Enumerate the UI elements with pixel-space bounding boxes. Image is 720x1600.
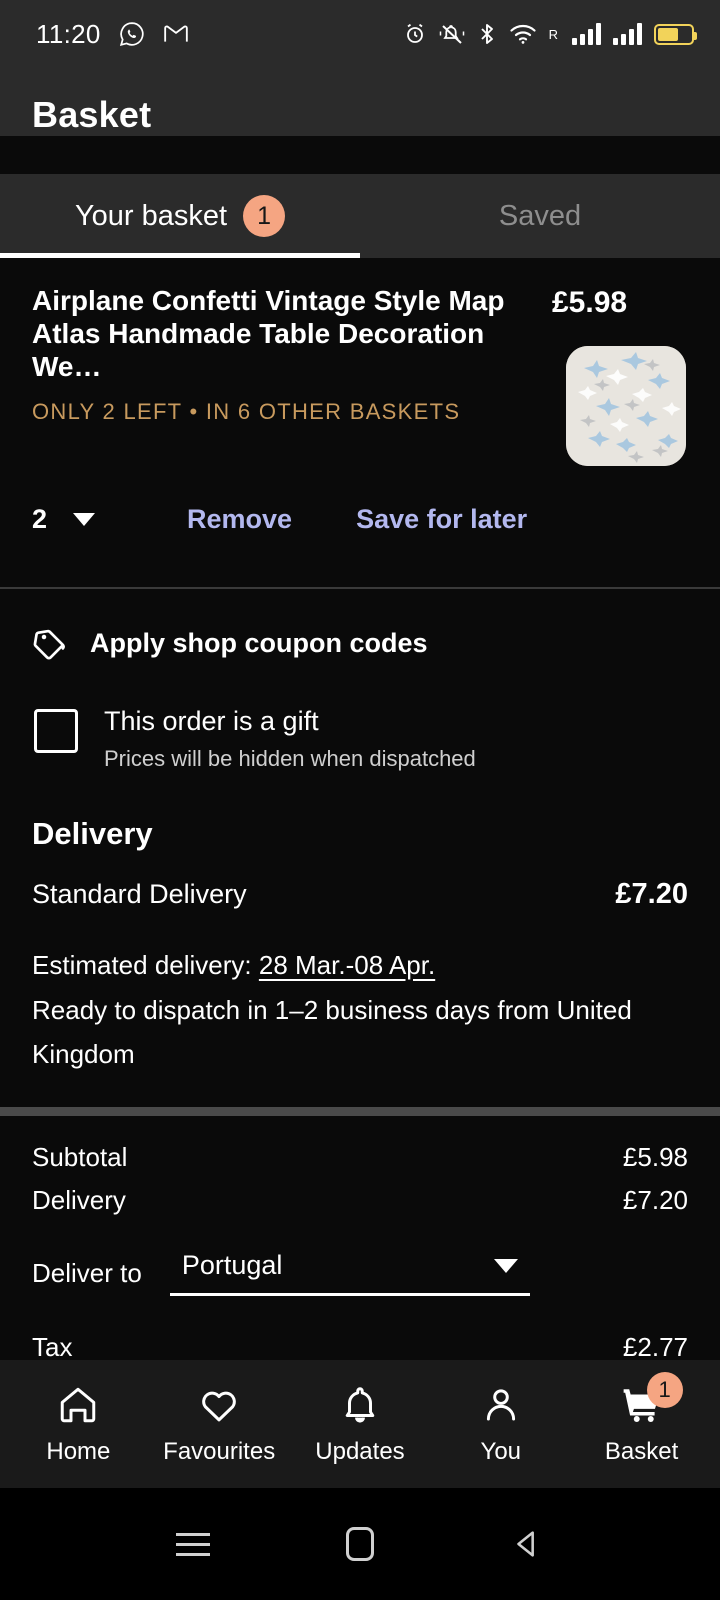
status-bar: 11:20 R	[0, 0, 720, 68]
tab-saved[interactable]: Saved	[360, 174, 720, 258]
back-icon[interactable]	[499, 1516, 555, 1572]
nav-item-home-label: Home	[46, 1438, 111, 1465]
chevron-down-icon	[73, 512, 96, 526]
basket-tabs: Your basket 1 Saved	[0, 174, 720, 259]
estimate-dates[interactable]: 28 Mar.-08 Apr.	[259, 950, 435, 980]
subtotal-label: Subtotal	[32, 1142, 128, 1173]
quantity-value: 2	[32, 503, 48, 534]
cart-badge: 1	[646, 1372, 683, 1408]
save-for-later-button[interactable]: Save for later	[356, 504, 527, 535]
summary-separator	[0, 1107, 720, 1117]
nav-item-updates[interactable]: Updates	[294, 1382, 426, 1466]
gift-checkbox[interactable]	[34, 709, 78, 754]
app-header: Basket	[0, 68, 720, 136]
nav-item-you-label: You	[480, 1438, 522, 1465]
status-time: 11:20	[36, 18, 101, 49]
tax-value: £2.77	[622, 1332, 688, 1360]
delivery-method-label: Standard Delivery	[32, 878, 247, 909]
roaming-label: R	[548, 26, 558, 42]
basket-item-actions: 2 Remove Save for later	[0, 483, 720, 555]
tab-your-basket-label: Your basket	[74, 199, 228, 232]
nav-item-favourites[interactable]: Favourites	[153, 1382, 285, 1466]
delivery-value: £7.20	[622, 1185, 688, 1216]
airplane-confetti-image	[566, 346, 686, 467]
gift-title: This order is a gift	[104, 706, 319, 737]
delivery-method-row: Standard Delivery £7.20	[32, 852, 688, 911]
country-select[interactable]: Portugal	[169, 1250, 530, 1297]
estimate-prefix: Estimated delivery:	[32, 949, 259, 980]
country-select-value: Portugal	[181, 1250, 283, 1281]
dispatch-note: Ready to dispatch in 1–2 business days f…	[32, 994, 632, 1070]
tag-icon	[32, 625, 68, 661]
delivery-method-price: £7.20	[615, 877, 688, 910]
alarm-icon	[403, 22, 427, 46]
basket-item[interactable]: Airplane Confetti Vintage Style Map Atla…	[0, 258, 720, 467]
cart-icon: 1	[617, 1372, 683, 1428]
order-summary: Subtotal £5.98 Delivery £7.20 Deliver to…	[0, 1116, 720, 1360]
status-bar-right: R	[403, 22, 697, 46]
nav-item-you[interactable]: You	[435, 1382, 567, 1466]
nav-item-basket[interactable]: 1 Basket	[576, 1372, 708, 1466]
deliver-to-row: Deliver to Portugal	[32, 1228, 688, 1304]
gmail-icon	[163, 21, 189, 47]
tax-row: Tax £2.77	[32, 1304, 688, 1360]
subtotal-row: Subtotal £5.98	[32, 1142, 688, 1185]
nav-item-home[interactable]: Home	[12, 1382, 144, 1466]
gift-option-row[interactable]: This order is a gift Prices will be hidd…	[32, 661, 688, 771]
whatsapp-icon	[119, 21, 145, 47]
basket-content: Airplane Confetti Vintage Style Map Atla…	[0, 258, 720, 1360]
subtotal-value: £5.98	[622, 1142, 688, 1173]
tab-saved-label: Saved	[498, 199, 582, 232]
heart-icon	[194, 1382, 244, 1428]
home-icon	[53, 1382, 103, 1428]
tab-your-basket-badge: 1	[243, 195, 286, 238]
apply-coupon-row[interactable]: Apply shop coupon codes	[32, 589, 688, 661]
tax-label: Tax	[32, 1332, 73, 1360]
page-title: Basket	[32, 94, 152, 135]
android-navigation-bar	[0, 1488, 720, 1600]
battery-icon	[654, 23, 697, 45]
deliver-to-label: Deliver to	[32, 1257, 142, 1288]
chevron-down-icon	[493, 1258, 518, 1273]
nav-item-basket-label: Basket	[604, 1438, 679, 1465]
gift-text-block: This order is a gift Prices will be hidd…	[104, 705, 476, 771]
recents-icon[interactable]	[165, 1516, 221, 1572]
wifi-icon	[509, 23, 537, 45]
gift-subtitle: Prices will be hidden when dispatched	[104, 745, 476, 771]
home-square-icon[interactable]	[332, 1516, 388, 1572]
delivery-heading: Delivery	[32, 815, 153, 851]
order-options-section: Apply shop coupon codes This order is a …	[0, 589, 720, 1077]
quantity-stepper[interactable]: 2	[32, 503, 96, 535]
apply-coupon-label: Apply shop coupon codes	[90, 627, 428, 658]
delivery-label: Delivery	[32, 1185, 126, 1216]
basket-item-title[interactable]: Airplane Confetti Vintage Style Map Atla…	[32, 284, 532, 383]
delivery-estimate-block: Estimated delivery: 28 Mar.-08 Apr. Read…	[32, 911, 688, 1077]
person-icon	[476, 1382, 526, 1428]
delivery-row: Delivery £7.20	[32, 1185, 688, 1228]
remove-button[interactable]: Remove	[187, 504, 292, 535]
nav-item-updates-label: Updates	[315, 1438, 405, 1465]
bottom-navigation: Home Favourites Updates You 1 Basket	[0, 1360, 720, 1488]
basket-item-thumbnail[interactable]	[566, 346, 686, 467]
bluetooth-icon	[477, 22, 497, 46]
signal-icon	[613, 23, 642, 45]
signal-roaming-icon	[572, 23, 601, 45]
bell-icon	[335, 1382, 385, 1428]
tab-your-basket[interactable]: Your basket 1	[0, 174, 360, 259]
mute-icon	[439, 22, 465, 46]
nav-item-favourites-label: Favourites	[163, 1438, 276, 1465]
status-bar-left: 11:20	[36, 19, 189, 50]
app-screen: 11:20 R Basket Your basket 1 Saved Airpl…	[0, 0, 720, 1600]
